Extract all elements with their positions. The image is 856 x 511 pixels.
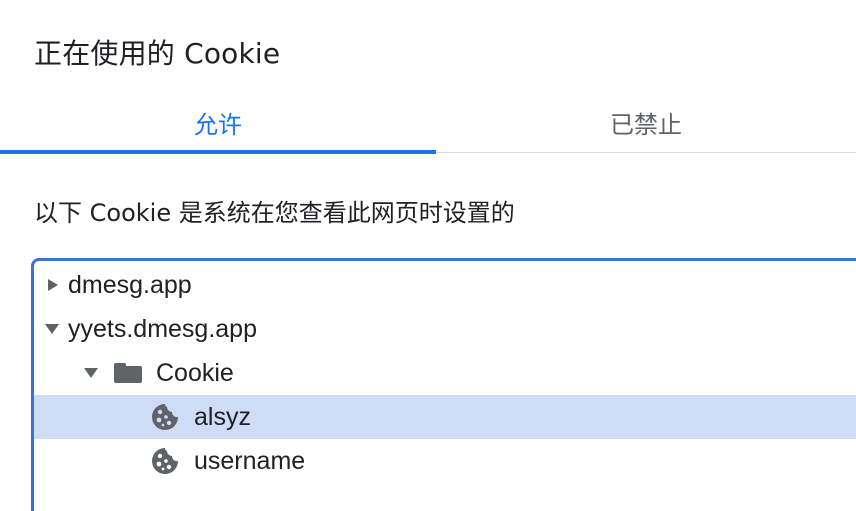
cookie-tree[interactable]: dmesg.app yyets.dmesg.app Cookie alsyz u… [31,258,856,511]
cookie-tabs: 允许 已禁止 [0,92,856,154]
expand-arrow-icon[interactable] [48,279,58,291]
tree-item-label: yyets.dmesg.app [68,314,257,343]
tree-item-yyets-dmesg-app[interactable]: yyets.dmesg.app [34,307,856,351]
tree-item-label: Cookie [156,358,234,387]
cookie-icon [152,404,178,430]
tree-item-label: alsyz [194,402,251,431]
tree-item-cookie-username[interactable]: username [34,439,856,483]
tree-item-cookie-alsyz[interactable]: alsyz [34,395,856,439]
tab-blocked[interactable]: 已禁止 [436,92,856,152]
folder-icon [114,363,142,383]
tree-item-label: dmesg.app [68,270,192,299]
tree-item-dmesg-app[interactable]: dmesg.app [34,263,856,307]
dialog-title: 正在使用的 Cookie [34,37,281,70]
tree-item-cookie-folder[interactable]: Cookie [34,351,856,395]
tree-item-label: username [194,446,306,475]
tab-allowed[interactable]: 允许 [0,92,436,152]
cookie-icon [152,448,178,474]
active-tab-indicator [0,150,436,154]
collapse-arrow-icon[interactable] [84,368,98,378]
cookie-description: 以下 Cookie 是系统在您查看此网页时设置的 [34,199,515,227]
collapse-arrow-icon[interactable] [45,324,59,334]
